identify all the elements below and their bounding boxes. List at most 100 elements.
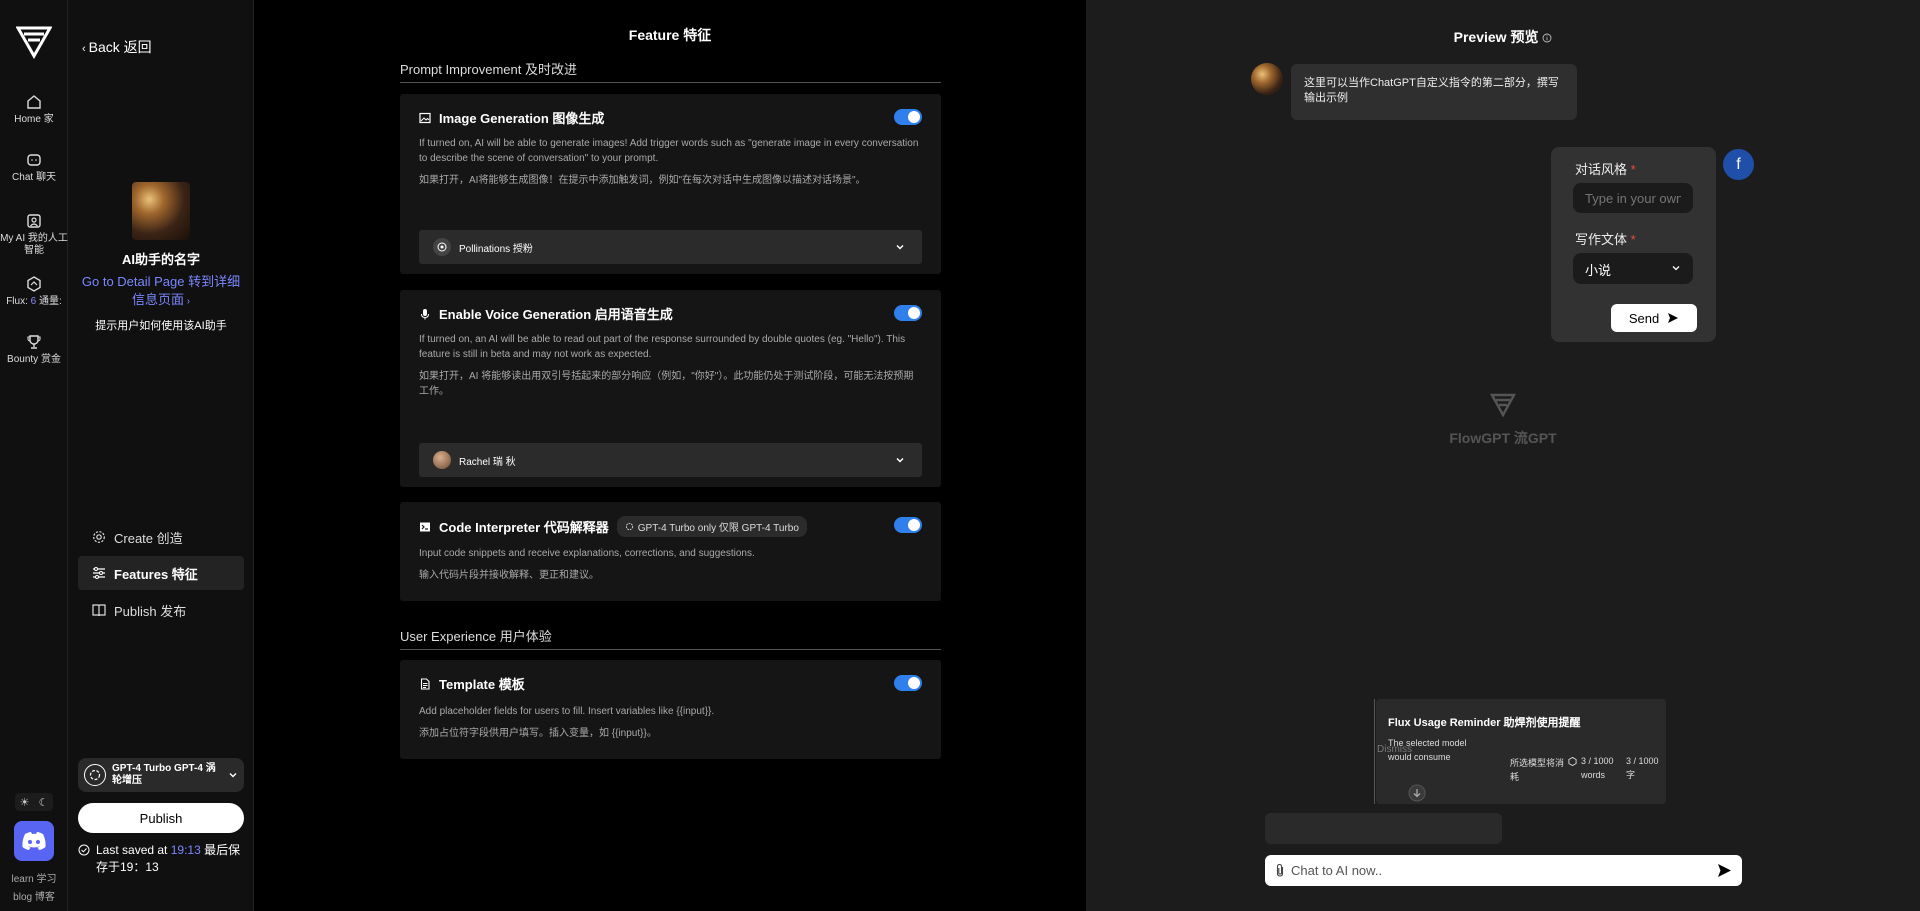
- form-send-button[interactable]: Send: [1611, 304, 1697, 332]
- chevron-down-icon: [896, 244, 904, 250]
- sun-icon[interactable]: ☀: [20, 796, 30, 809]
- genre-value: 小说: [1585, 263, 1612, 278]
- section-title-prompt-improvement: Prompt Improvement 及时改进: [400, 59, 941, 83]
- chevron-right-icon: ›: [183, 296, 191, 307]
- send-icon: [1668, 313, 1679, 323]
- builder-sidebar: ‹ Back 返回 AI助手的名字 Go to Detail Page 转到详细信…: [68, 0, 254, 911]
- publish-button[interactable]: Publish: [78, 803, 244, 833]
- code-interpreter-toggle[interactable]: [894, 517, 922, 533]
- feature-desc-en: Add placeholder fields for users to fill…: [419, 706, 715, 717]
- ai-name: AI助手的名字: [121, 252, 200, 267]
- chevron-down-icon: [896, 457, 904, 463]
- voice-avatar: [433, 451, 451, 469]
- rail-item-bounty[interactable]: Bounty 赏金: [0, 334, 68, 366]
- user-icon: [27, 214, 41, 228]
- reminder-title: Flux Usage Reminder 助焊剂使用提醒: [1388, 717, 1581, 729]
- bot-message: 这里可以当作ChatGPT自定义指令的第二部分，撰写输出示例: [1291, 64, 1577, 120]
- template-toggle[interactable]: [894, 675, 922, 691]
- learn-link[interactable]: learn 学习: [0, 870, 68, 885]
- blog-link[interactable]: blog 博客: [0, 888, 68, 903]
- feature-title: Enable Voice Generation 启用语音生成: [439, 307, 673, 322]
- voice-value: Rachel 瑞 秋: [459, 456, 516, 468]
- feature-card-code-interpreter: Code Interpreter 代码解释器 GPT-4 Turbo only …: [400, 502, 941, 601]
- flux-icon: [27, 276, 41, 292]
- reminder-words: 3 / 1000 words: [1568, 754, 1620, 782]
- bot-avatar: [1251, 63, 1283, 95]
- paperclip-icon[interactable]: [1274, 863, 1286, 878]
- image-provider-select[interactable]: Pollinations 授粉: [419, 230, 922, 264]
- trophy-icon: [27, 335, 41, 349]
- rail-item-flux[interactable]: Flux: 6 通量:: [0, 276, 68, 308]
- document-icon: [420, 677, 430, 690]
- rail-item-my-ai[interactable]: My AI 我的人工智能: [0, 213, 68, 257]
- image-generation-toggle[interactable]: [894, 109, 922, 125]
- page-title: Feature 特征: [628, 27, 712, 43]
- features-panel: Feature 特征 Prompt Improvement 及时改进 Image…: [255, 0, 1085, 911]
- openai-icon: [84, 764, 106, 786]
- feature-desc-en: If turned on, AI will be able to generat…: [419, 138, 919, 164]
- feature-desc-zh: 如果打开，AI 将能够读出用双引号括起来的部分响应（例如，"你好"）。此功能仍处…: [419, 371, 914, 397]
- feature-desc-en: If turned on, an AI will be able to read…: [419, 334, 906, 360]
- feature-desc-zh: 如果打开，AI将能够生成图像！在提示中添加触发词，例如"在每次对话中生成图像以描…: [419, 175, 866, 186]
- rail-item-label: Chat 聊天: [12, 172, 56, 183]
- menu-item-label: Features 特征: [114, 566, 198, 582]
- chevron-down-icon: [229, 773, 237, 778]
- pollinations-icon: [433, 238, 451, 256]
- genre-label: 写作文体 *: [1575, 232, 1636, 247]
- feature-desc-zh: 添加占位符字段供用户填写。插入变量，如 {{input}}。: [419, 728, 657, 739]
- model-only-badge: GPT-4 Turbo only 仅限 GPT-4 Turbo: [616, 516, 807, 537]
- home-icon: [27, 95, 41, 109]
- genre-select[interactable]: 小说: [1573, 253, 1693, 284]
- feature-card-template: Template 模板 Add placeholder fields for u…: [400, 660, 941, 759]
- style-input[interactable]: [1573, 183, 1693, 213]
- back-button[interactable]: ‹ Back 返回: [82, 37, 152, 57]
- arrow-down-circle-icon[interactable]: [1408, 784, 1426, 802]
- voice-generation-toggle[interactable]: [894, 305, 922, 321]
- flowgpt-watermark: FlowGPT 流GPT: [1086, 393, 1920, 448]
- chevron-left-icon: ‹: [82, 43, 86, 55]
- terminal-icon: [420, 522, 430, 531]
- chat-input-bar: [1265, 855, 1742, 886]
- send-icon[interactable]: [1717, 863, 1732, 878]
- feature-title: Image Generation 图像生成: [439, 111, 605, 126]
- detail-page-link[interactable]: Go to Detail Page 转到详细信息页面 ›: [76, 273, 246, 311]
- model-name: GPT-4 Turbo GPT-4 涡轮增压: [112, 763, 216, 786]
- microphone-icon: [421, 308, 429, 319]
- image-icon: [419, 112, 431, 123]
- moon-icon[interactable]: ☾: [39, 796, 49, 809]
- style-label: 对话风格 *: [1575, 162, 1636, 177]
- feature-title: Template 模板: [439, 677, 525, 692]
- check-circle-icon: [78, 844, 90, 856]
- flowgpt-logo-icon[interactable]: [16, 24, 52, 60]
- feature-desc-zh: 输入代码片段并接收解释、更正和建议。: [419, 570, 599, 581]
- section-title-user-experience: User Experience 用户体验: [400, 626, 941, 650]
- icon-rail: Home 家 Chat 聊天 My AI 我的人工智能 Flux: 6 通量: …: [0, 0, 68, 911]
- menu-item-features[interactable]: Features 特征: [78, 556, 244, 590]
- flowgpt-logo-icon: [1489, 393, 1517, 418]
- sliders-icon: [93, 567, 105, 579]
- openai-icon: [625, 522, 633, 531]
- rail-item-chat[interactable]: Chat 聊天: [0, 152, 68, 184]
- feature-title: Code Interpreter 代码解释器: [439, 520, 609, 535]
- discord-button[interactable]: [14, 821, 54, 861]
- chat-input[interactable]: [1291, 855, 1711, 886]
- voice-select[interactable]: Rachel 瑞 秋: [419, 443, 922, 477]
- menu-item-label: Publish 发布: [114, 603, 187, 619]
- template-form-card: 对话风格 * 写作文体 * 小说 Send: [1551, 147, 1716, 342]
- theme-toggle[interactable]: ☀ ☾: [15, 793, 53, 811]
- required-asterisk: *: [1630, 232, 1636, 247]
- info-icon[interactable]: [1542, 33, 1552, 43]
- rail-item-label: My AI 我的人工智能: [0, 233, 68, 256]
- preview-title: Preview 预览: [1086, 27, 1920, 47]
- ai-hint: 提示用户如何使用该AI助手: [95, 320, 227, 332]
- model-selector[interactable]: GPT-4 Turbo GPT-4 涡轮增压: [78, 758, 244, 792]
- menu-item-create[interactable]: Create 创造: [78, 520, 244, 554]
- ai-avatar: [132, 182, 190, 240]
- reminder-words-zh: 3 / 1000 字: [1626, 756, 1659, 780]
- menu-item-publish[interactable]: Publish 发布: [78, 593, 244, 627]
- rail-item-home[interactable]: Home 家: [0, 94, 68, 126]
- discord-icon: [22, 832, 46, 850]
- user-avatar: f: [1723, 149, 1754, 180]
- rail-item-label: Bounty 赏金: [7, 354, 61, 365]
- dismiss-button[interactable]: Dismiss: [1377, 744, 1412, 755]
